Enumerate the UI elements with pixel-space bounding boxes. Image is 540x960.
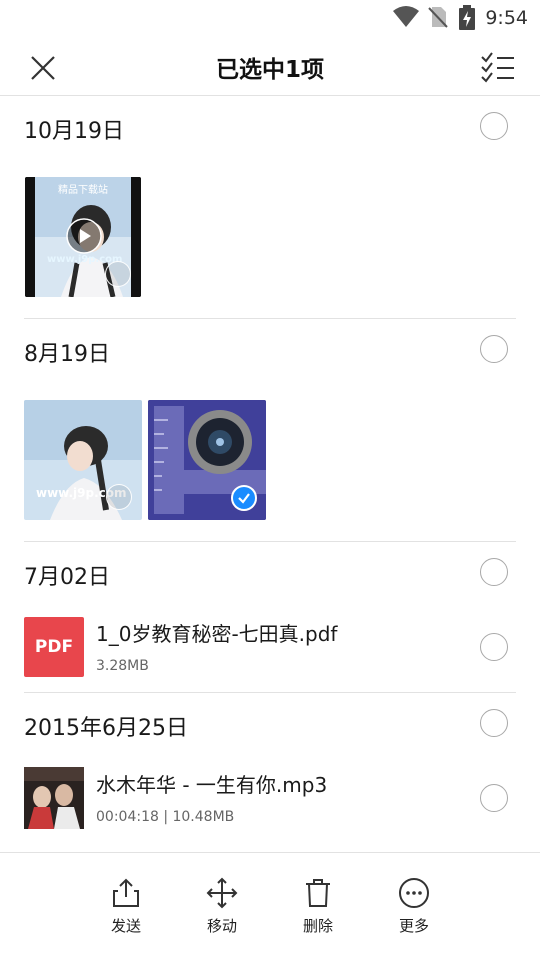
item-selected-check[interactable] (231, 485, 257, 511)
group-select-radio[interactable] (480, 112, 508, 140)
delete-button[interactable]: 删除 (288, 877, 348, 936)
status-bar: 9:54 (0, 0, 540, 36)
file-name: 1_0岁教育秘密-七田真.pdf (96, 622, 338, 646)
item-select-radio[interactable] (480, 784, 508, 812)
play-icon (66, 218, 102, 254)
date-group-header: 10月19日 (0, 96, 540, 156)
trash-icon (306, 879, 330, 907)
list-item[interactable]: 水木年华 - 一生有你.mp3 00:04:18 | 10.48MB (0, 765, 540, 841)
wifi-icon (393, 6, 419, 27)
check-icon (238, 493, 250, 504)
move-button[interactable]: 移动 (192, 877, 252, 936)
date-group-header: 7月02日 (0, 542, 540, 602)
send-label: 发送 (110, 917, 141, 935)
list-item[interactable]: PDF 1_0岁教育秘密-七田真.pdf 3.28MB (0, 614, 540, 690)
group-date-label: 7月02日 (24, 565, 110, 590)
group-date-label: 10月19日 (24, 119, 124, 144)
video-overlay-text: 精品下载站 (58, 185, 108, 196)
file-meta: 3.28MB (96, 658, 149, 674)
video-thumbnail[interactable]: 精品下载站 www.j9p.com (25, 177, 141, 297)
select-all-icon[interactable] (480, 50, 516, 84)
delete-label: 删除 (302, 917, 333, 935)
more-button[interactable]: 更多 (384, 877, 444, 936)
item-select-radio[interactable] (480, 633, 508, 661)
group-date-label: 8月19日 (24, 342, 110, 367)
more-icon (399, 878, 429, 908)
app-bar: 已选中1项 (0, 36, 540, 96)
status-time: 9:54 (485, 7, 528, 29)
move-label: 移动 (206, 917, 237, 935)
pdf-icon-label: PDF (34, 637, 74, 657)
group-select-radio[interactable] (480, 709, 508, 737)
date-group-header: 8月19日 (0, 319, 540, 379)
more-label: 更多 (398, 917, 429, 935)
send-button[interactable]: 发送 (96, 877, 156, 936)
pdf-file-icon: PDF (24, 617, 84, 677)
group-select-radio[interactable] (480, 335, 508, 363)
date-group-header: 2015年6月25日 (0, 693, 540, 753)
image-thumbnail[interactable] (148, 400, 266, 520)
battery-charging-icon (459, 5, 475, 30)
page-title: 已选中1项 (215, 57, 324, 83)
image-thumbnail[interactable]: www.j9p.com (24, 400, 142, 520)
move-icon (206, 877, 238, 909)
bottom-action-bar: 发送 移动 删除 更多 (0, 852, 540, 960)
group-select-radio[interactable] (480, 558, 508, 586)
file-name: 水木年华 - 一生有你.mp3 (96, 773, 328, 797)
group-date-label: 2015年6月25日 (24, 716, 188, 741)
no-sim-icon (428, 7, 448, 28)
item-select-radio[interactable] (106, 484, 132, 510)
item-select-radio[interactable] (105, 261, 131, 287)
file-meta: 00:04:18 | 10.48MB (96, 809, 235, 825)
share-icon (113, 878, 139, 907)
album-cover-image (24, 767, 84, 829)
